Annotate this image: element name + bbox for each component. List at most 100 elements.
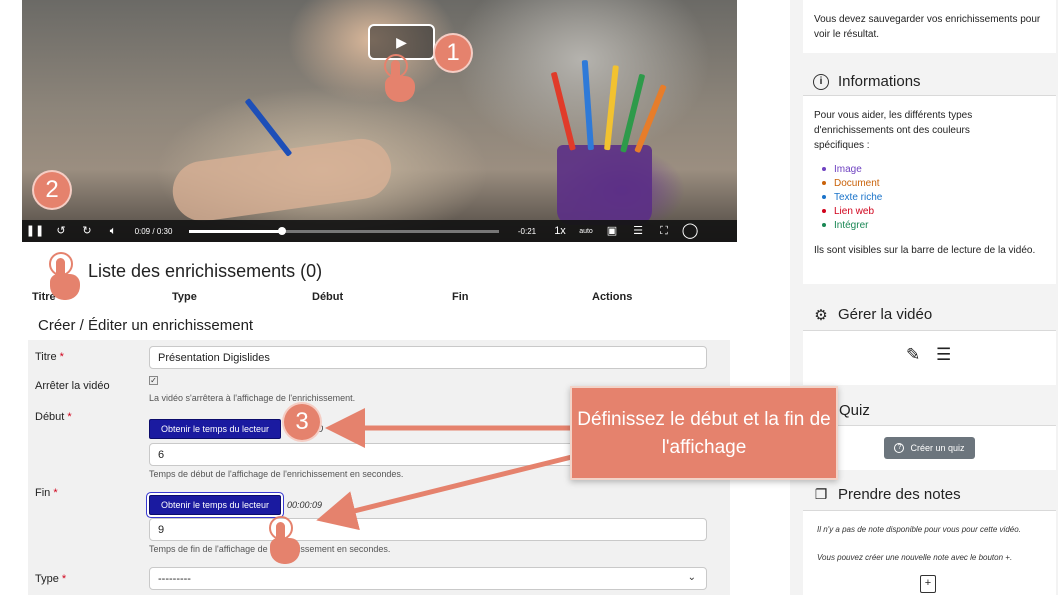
end-time-readout: 00:00:09 (287, 500, 323, 510)
picture-in-picture-icon[interactable]: ▣ (599, 220, 625, 242)
chapters-icon[interactable]: ☰ (625, 220, 651, 242)
legend-dot (822, 167, 826, 172)
step-badge-1: 1 (433, 33, 473, 73)
legend-item-document: Document (822, 178, 880, 189)
notes-title: Prendre des notes (838, 486, 961, 503)
add-note-icon[interactable]: + (920, 575, 936, 593)
legend-item-web-link: Lien web (822, 206, 874, 217)
info-header: i Informations (813, 73, 921, 90)
playback-rate-button[interactable]: 1x (547, 225, 573, 237)
gear-icon: ⚙ (814, 306, 828, 324)
manage-video-title: Gérer la vidéo (838, 306, 933, 323)
visible-text: Ils sont visibles sur la barre de lectur… (814, 245, 1036, 256)
pause-icon[interactable]: ❚❚ (22, 220, 48, 242)
type-field-label-text: Type (35, 573, 59, 585)
legend-dot (822, 181, 826, 186)
column-header-actions: Actions (592, 291, 633, 303)
seek-bar-handle[interactable] (278, 226, 286, 235)
create-quiz-label: Créer un quiz (910, 443, 965, 453)
column-header-type: Type (172, 291, 197, 303)
end-time-input[interactable]: 9 (149, 518, 707, 541)
end-field-label-text: Fin (35, 487, 51, 499)
start-field-label: Début * (35, 411, 72, 423)
hand-palm (270, 538, 300, 564)
video-frame-detail (550, 71, 576, 151)
seek-bar[interactable] (189, 226, 499, 235)
notes-icon: ❐ (814, 486, 828, 502)
video-frame-detail (244, 97, 293, 157)
required-mark: * (53, 487, 58, 499)
edit-icon[interactable]: ✎ (906, 345, 920, 365)
legend-item-rich-text: Texte riche (822, 192, 882, 203)
chevron-down-icon: ⌄ (687, 572, 696, 583)
required-mark: * (67, 411, 72, 423)
legend-label: Image (834, 164, 862, 175)
info-title: Informations (838, 73, 921, 90)
legend-label: Document (834, 178, 880, 189)
time-display: 0:09 / 0:30 (126, 227, 181, 236)
title-input[interactable]: Présentation Digislides (149, 346, 707, 369)
legend-dot (822, 223, 826, 228)
rewind-icon[interactable]: ↺ (48, 220, 74, 242)
volume-icon[interactable]: 🔈︎ (100, 220, 126, 242)
stop-video-help: La vidéo s'arrêtera à l'affichage de l'e… (149, 393, 356, 403)
step-badge-3: 3 (282, 402, 322, 442)
menu-icon[interactable]: ☰ (936, 345, 951, 365)
pointer-hand-icon (266, 516, 300, 564)
column-header-end: Fin (452, 291, 469, 303)
current-time: 0:09 (134, 226, 151, 236)
legend-item-embed: Intégrer (822, 220, 868, 231)
legend-dot (822, 195, 826, 200)
title-field-label-text: Titre (35, 351, 57, 363)
title-field-label: Titre * (35, 351, 64, 363)
fullscreen-icon[interactable]: ⛶ (651, 220, 677, 242)
required-mark: * (59, 351, 64, 363)
loading-spinner-icon: ◯ (681, 222, 699, 239)
video-player[interactable]: ▶ (22, 0, 737, 242)
forward-icon[interactable]: ↻ (74, 220, 100, 242)
get-start-time-button[interactable]: Obtenir le temps du lecteur (149, 419, 281, 439)
column-header-start: Début (312, 291, 344, 303)
video-frame-detail (604, 65, 619, 151)
step-badge-2: 2 (32, 170, 72, 210)
pointer-hand-icon (381, 54, 415, 102)
instruction-callout: Définissez le début et la fin de l'affic… (570, 386, 838, 480)
legend-label: Texte riche (834, 192, 883, 203)
legend-dot (822, 209, 826, 214)
legend-label: Lien web (834, 206, 875, 217)
notes-header: ❐ Prendre des notes (813, 486, 961, 503)
pointer-hand-icon (46, 252, 80, 300)
required-mark: * (61, 573, 67, 585)
stop-video-label: Arrêter la vidéo (35, 380, 110, 392)
get-end-time-button[interactable]: Obtenir le temps du lecteur (149, 495, 281, 515)
legend-item-image: Image (822, 164, 862, 175)
stop-video-checkbox[interactable]: ✓ (149, 376, 158, 385)
duration: 0:30 (156, 226, 173, 236)
start-field-label-text: Début (35, 411, 65, 423)
type-select-value: --------- (158, 573, 191, 585)
info-icon: i (813, 73, 829, 90)
quiz-title: Quiz (839, 402, 870, 419)
quality-button[interactable]: auto (573, 228, 599, 235)
help-icon: ? (894, 443, 905, 453)
notes-empty-text: Il n'y a pas de note disponible pour vou… (817, 525, 1021, 534)
time-separator: / (152, 226, 155, 236)
create-quiz-button[interactable]: ? Créer un quiz (884, 437, 975, 459)
manage-video-card (803, 331, 1056, 385)
info-text: Pour vous aider, les différents types d'… (814, 110, 973, 151)
end-field-label: Fin * (35, 487, 58, 499)
notes-hint-text: Vous pouvez créer une nouvelle note avec… (817, 553, 1013, 562)
video-control-bar: ❚❚ ↺ ↻ 🔈︎ 0:09 / 0:30 -0:21 1x auto ▣ ☰ … (22, 220, 737, 242)
manage-video-header: ⚙ Gérer la vidéo (813, 306, 933, 324)
hand-palm (385, 76, 415, 102)
legend-label: Intégrer (834, 220, 869, 231)
save-note-text: Vous devez sauvegarder vos enrichissemen… (814, 14, 1041, 40)
seek-bar-fill (189, 229, 282, 233)
type-field-label: Type * (35, 573, 66, 585)
video-frame-detail (557, 145, 652, 225)
video-frame-detail (581, 60, 594, 151)
type-select[interactable]: --------- ⌄ (149, 567, 707, 590)
hand-palm (50, 274, 80, 300)
enrichment-list-title: Liste des enrichissements (0) (88, 261, 323, 281)
start-time-help: Temps de début de l'affichage de l'enric… (149, 469, 404, 479)
